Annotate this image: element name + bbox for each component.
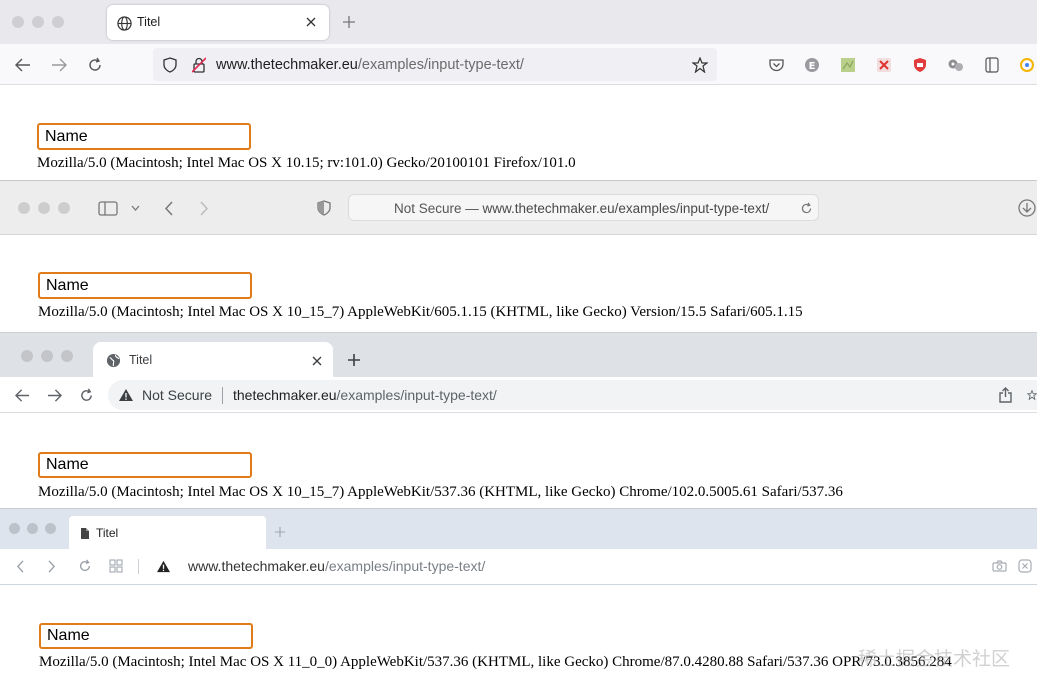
pocket-icon[interactable] xyxy=(766,55,786,75)
safari-window-controls xyxy=(18,202,70,214)
zoom-window-button[interactable] xyxy=(58,202,70,214)
name-input[interactable]: Name xyxy=(38,452,252,478)
extension-colorful-icon[interactable] xyxy=(1018,55,1036,75)
sidebar-toggle-icon[interactable] xyxy=(97,199,119,217)
svg-text:E: E xyxy=(809,61,816,72)
back-chevron-icon[interactable] xyxy=(160,199,176,217)
minimize-window-button[interactable] xyxy=(32,16,44,28)
back-chevron-icon[interactable] xyxy=(12,557,28,575)
opera-window: Titel www.thetechmaker.eu/examples/input… xyxy=(0,508,1037,691)
url-domain: www.thetechmaker.eu xyxy=(482,201,615,216)
firefox-url-text[interactable]: www.thetechmaker.eu/examples/input-type-… xyxy=(216,57,524,73)
back-arrow-icon[interactable] xyxy=(13,55,33,75)
omnibox-divider xyxy=(222,387,223,404)
extension-e-icon[interactable]: E xyxy=(802,55,822,75)
back-arrow-icon[interactable] xyxy=(12,385,32,405)
name-input[interactable]: Name xyxy=(38,272,252,299)
zoom-window-button[interactable] xyxy=(61,350,73,362)
warning-triangle-icon[interactable] xyxy=(154,558,172,574)
close-window-button[interactable] xyxy=(12,16,24,28)
minimize-window-button[interactable] xyxy=(27,523,38,534)
url-path: /examples/input-type-text/ xyxy=(336,387,497,403)
opera-window-controls xyxy=(9,523,56,534)
not-secure-label[interactable]: Not Secure xyxy=(142,387,212,403)
reload-icon[interactable] xyxy=(798,200,814,216)
reload-icon[interactable] xyxy=(76,385,96,405)
firefox-tab[interactable]: Titel xyxy=(107,5,329,40)
minimize-window-button[interactable] xyxy=(41,350,53,362)
new-tab-icon[interactable] xyxy=(340,13,358,31)
opera-url-text[interactable]: www.thetechmaker.eu/examples/input-type-… xyxy=(188,558,485,574)
name-input[interactable]: Name xyxy=(39,623,253,649)
share-icon[interactable] xyxy=(996,386,1014,404)
url-domain: thetechmaker.eu xyxy=(233,387,337,403)
extension-map-icon[interactable] xyxy=(838,55,858,75)
globe-icon xyxy=(115,14,133,32)
name-input[interactable]: Name xyxy=(37,123,251,150)
minimize-window-button[interactable] xyxy=(38,202,50,214)
close-window-button[interactable] xyxy=(21,350,33,362)
warning-triangle-icon[interactable] xyxy=(117,387,135,403)
downloads-icon[interactable] xyxy=(1017,198,1037,218)
reload-icon[interactable] xyxy=(85,55,105,75)
watermark: 稀土掘金技术社区 xyxy=(858,648,1011,670)
chrome-window: Titel Not Secure thetechmaker.eu/example… xyxy=(0,332,1037,512)
reload-icon[interactable] xyxy=(76,557,94,575)
not-secure-label: Not Secure — xyxy=(394,201,483,216)
zoom-window-button[interactable] xyxy=(52,16,64,28)
user-agent-text: Mozilla/5.0 (Macintosh; Intel Mac OS X 1… xyxy=(38,304,803,320)
bookmark-star-icon[interactable] xyxy=(690,55,710,75)
chevron-down-icon[interactable] xyxy=(128,201,142,215)
firefox-window-controls xyxy=(12,16,64,28)
forward-arrow-icon[interactable] xyxy=(49,55,69,75)
tab-title: Titel xyxy=(96,526,119,540)
close-window-button[interactable] xyxy=(9,523,20,534)
close-window-button[interactable] xyxy=(18,202,30,214)
tab-title: Titel xyxy=(137,15,161,29)
new-tab-icon[interactable] xyxy=(345,351,363,369)
shield-icon[interactable] xyxy=(160,55,180,75)
sidebar-panel-icon[interactable] xyxy=(982,55,1002,75)
close-box-icon[interactable] xyxy=(1016,557,1034,575)
forward-chevron-icon[interactable] xyxy=(196,199,212,217)
zoom-window-button[interactable] xyxy=(45,523,56,534)
user-agent-text: Mozilla/5.0 (Macintosh; Intel Mac OS X 1… xyxy=(39,654,952,670)
firefox-window: Titel www.thetechmaker.eu/examples/input… xyxy=(0,0,1037,183)
globe-icon xyxy=(105,352,121,368)
privacy-shield-icon[interactable] xyxy=(315,199,333,217)
close-tab-icon[interactable] xyxy=(309,353,325,369)
chrome-tab[interactable]: Titel xyxy=(93,342,333,379)
safari-window: Not Secure — www.thetechmaker.eu/example… xyxy=(0,180,1037,335)
camera-snapshot-icon[interactable] xyxy=(990,557,1008,575)
tab-title: Titel xyxy=(129,353,153,367)
extension-shield-red-icon[interactable] xyxy=(910,55,930,75)
url-domain: www.thetechmaker.eu xyxy=(216,57,358,73)
url-path: /examples/input-type-text/ xyxy=(324,558,486,574)
chrome-url-text[interactable]: thetechmaker.eu/examples/input-type-text… xyxy=(233,387,497,403)
user-agent-text: Mozilla/5.0 (Macintosh; Intel Mac OS X 1… xyxy=(37,155,576,171)
opera-tab[interactable]: Titel xyxy=(69,516,266,550)
forward-arrow-icon[interactable] xyxy=(44,385,64,405)
new-tab-icon[interactable] xyxy=(273,525,287,539)
forward-chevron-icon[interactable] xyxy=(44,557,60,575)
toolbar-divider xyxy=(138,559,139,574)
extension-x-icon[interactable] xyxy=(874,55,894,75)
url-path: /examples/input-type-text/ xyxy=(357,57,524,73)
bookmark-star-icon[interactable] xyxy=(1027,386,1037,404)
safari-url-text[interactable]: Not Secure — www.thetechmaker.eu/example… xyxy=(394,201,769,216)
document-icon xyxy=(78,526,92,540)
speed-dial-grid-icon[interactable] xyxy=(107,557,125,575)
user-agent-text: Mozilla/5.0 (Macintosh; Intel Mac OS X 1… xyxy=(38,484,843,500)
extension-gears-icon[interactable] xyxy=(946,55,966,75)
chrome-window-controls xyxy=(21,350,73,362)
insecure-lock-icon[interactable] xyxy=(189,55,209,75)
close-tab-icon[interactable] xyxy=(303,14,319,30)
url-domain: www.thetechmaker.eu xyxy=(188,558,325,574)
url-path: /examples/input-type-text/ xyxy=(614,201,770,216)
